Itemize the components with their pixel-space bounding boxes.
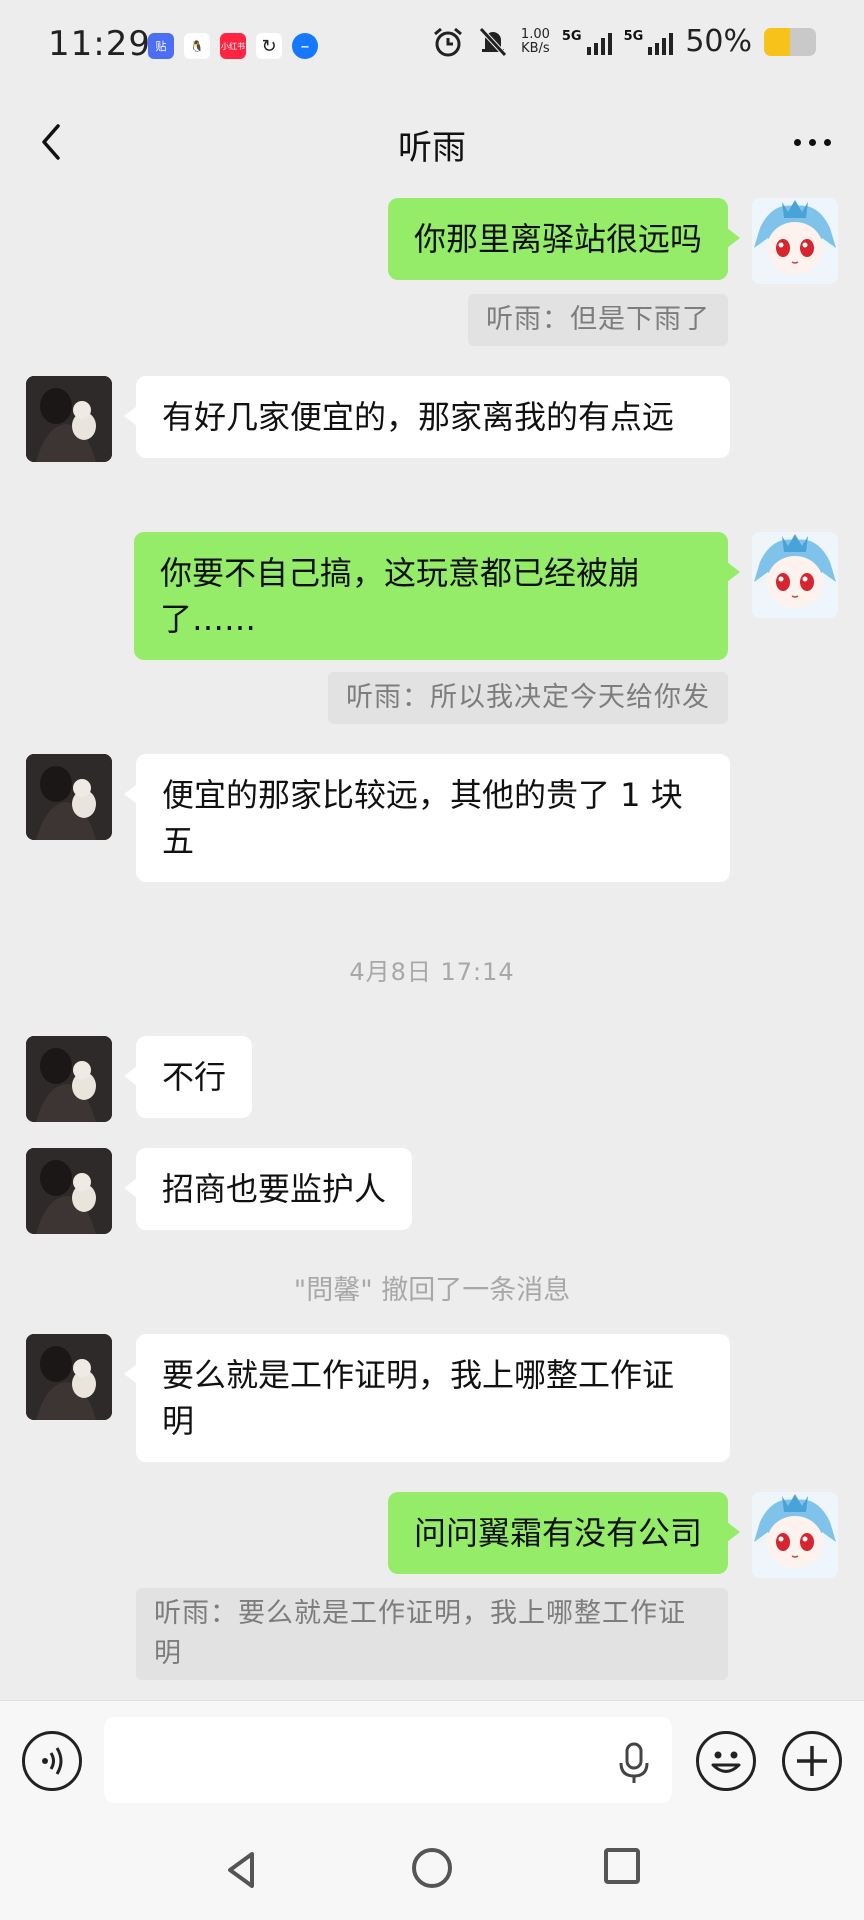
qq-app-icon: 🐧 (184, 33, 210, 59)
plus-icon (797, 1746, 827, 1776)
signal-5g-icon: 5G (624, 29, 674, 55)
xiaohongshu-app-icon: 小红书 (220, 33, 246, 59)
more-functions-button[interactable] (782, 1731, 842, 1791)
battery-level-fill (764, 27, 790, 56)
mute-bell-icon (479, 26, 507, 57)
nav-back-icon[interactable] (222, 1850, 262, 1890)
voice-waves-icon (42, 1747, 63, 1775)
nav-recents-icon[interactable] (604, 1848, 640, 1884)
sync-app-icon: ↻ (256, 33, 282, 59)
message-app-icon: – (292, 33, 318, 59)
emoji-button[interactable] (696, 1731, 756, 1791)
message-bubble-received[interactable]: 不行 (123, 1036, 253, 1118)
quoted-reply[interactable]: 听雨：要么就是工作证明，我上哪整工作证明 (136, 1588, 728, 1680)
message-bubble-received[interactable]: 有好几家便宜的，那家离我的有点远 (124, 376, 730, 458)
nav-home-icon[interactable] (412, 1848, 452, 1888)
smiley-icon (711, 1751, 741, 1773)
microphone-icon[interactable] (614, 1741, 654, 1785)
message-bubble-sent[interactable]: 你要不自己搞，这玩意都已经被崩了…… (134, 532, 740, 660)
voice-input-button[interactable] (22, 1731, 82, 1791)
network-speed: 1.00 KB/s (520, 26, 550, 56)
contact-avatar[interactable] (26, 1148, 112, 1234)
notification-icons: 贴 🐧 小红书 ↻ – (148, 33, 318, 59)
message-bubble-received[interactable]: 要么就是工作证明，我上哪整工作证明 (124, 1334, 730, 1462)
contact-avatar[interactable] (26, 376, 112, 462)
message-bubble-received[interactable]: 便宜的那家比较远，其他的贵了 1 块五 (124, 754, 730, 882)
tieba-app-icon: 贴 (148, 33, 174, 59)
my-avatar[interactable] (752, 532, 838, 618)
status-time: 11:29 (48, 24, 151, 64)
contact-avatar[interactable] (26, 1334, 112, 1420)
message-input[interactable] (104, 1717, 672, 1803)
alarm-icon (433, 27, 462, 56)
signal-5g-icon: 5G (562, 29, 612, 55)
system-navigation-bar (0, 1820, 864, 1920)
message-bubble-received[interactable]: 招商也要监护人 (123, 1148, 413, 1230)
chat-header: 听雨 (0, 92, 864, 192)
battery-icon (764, 27, 816, 56)
status-bar: 11:29 贴 🐧 小红书 ↻ – 1.00 KB/s 5G 5G 50% (0, 0, 864, 92)
contact-avatar[interactable] (26, 1036, 112, 1122)
timestamp: 4月8日 17:14 (349, 958, 515, 986)
message-bubble-sent[interactable]: 问问翼霜有没有公司 (387, 1492, 741, 1574)
my-avatar[interactable] (752, 198, 838, 284)
more-options-icon[interactable] (782, 120, 842, 164)
quoted-reply[interactable]: 听雨：所以我决定今天给你发 (328, 672, 728, 724)
my-avatar[interactable] (752, 1492, 838, 1578)
recall-notice: "問馨" 撤回了一条消息 (293, 1275, 571, 1306)
quoted-reply[interactable]: 听雨：但是下雨了 (468, 294, 728, 346)
chat-title: 听雨 (398, 128, 466, 168)
message-bubble-sent[interactable]: 你那里离驿站很远吗 (387, 198, 741, 280)
system-status: 1.00 KB/s 5G 5G 50% (431, 24, 816, 59)
contact-avatar[interactable] (26, 754, 112, 840)
battery-percent: 50% (685, 24, 752, 59)
chat-input-bar (0, 1700, 864, 1820)
